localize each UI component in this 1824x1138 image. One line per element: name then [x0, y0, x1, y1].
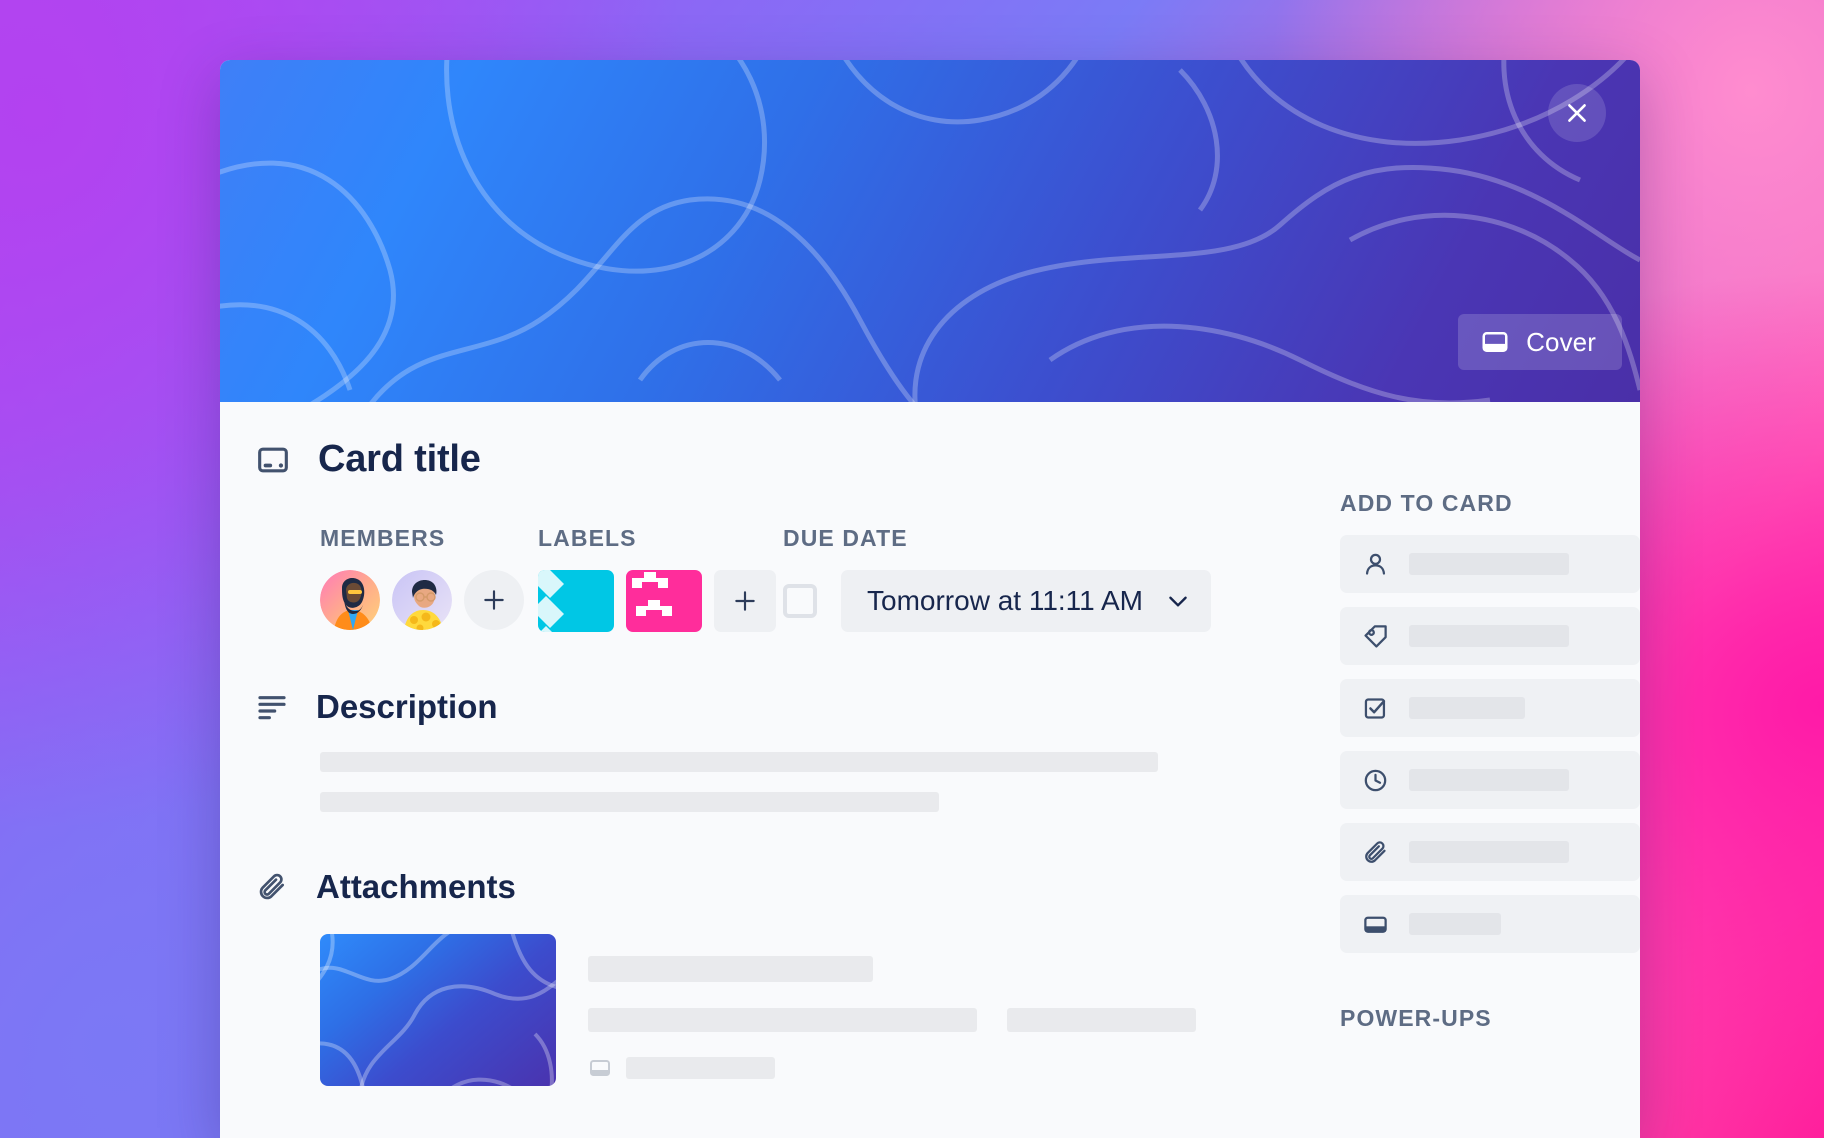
- attachment-badge-placeholder: [626, 1057, 775, 1079]
- description-lines-icon: [256, 691, 288, 723]
- due-date-value: Tomorrow at 11:11 AM: [867, 585, 1143, 616]
- page-root: { "cover": { "close_icon": "close-icon",…: [0, 0, 1824, 1138]
- add-due-date-item[interactable]: [1340, 751, 1640, 809]
- plus-icon: [735, 591, 755, 611]
- description-line: [320, 752, 1158, 772]
- due-date-heading: DUE DATE: [783, 525, 908, 551]
- members-section: MEMBERS: [320, 525, 538, 632]
- add-labels-item[interactable]: [1340, 607, 1640, 665]
- label-pink[interactable]: [626, 570, 702, 632]
- attachments-heading: Attachments: [316, 868, 516, 905]
- labels-section: LABELS: [538, 525, 783, 632]
- member-avatar-2[interactable]: [392, 570, 452, 630]
- add-item-placeholder: [1409, 553, 1569, 575]
- description-placeholder: [256, 752, 1340, 812]
- card-detail-modal: Cover Card title MEMBERS LABELS DUE DATE…: [220, 60, 1640, 1138]
- attachment-meta-placeholder: [1007, 1008, 1196, 1032]
- cover-icon: [1480, 327, 1510, 357]
- add-item-placeholder: [1409, 769, 1569, 791]
- card-meta-strip: MEMBERS LABELS DUE DATE Tomorrow at 11:1…: [256, 525, 1340, 632]
- label-cyan[interactable]: [538, 570, 614, 632]
- card-title-row: Card title: [256, 438, 1340, 481]
- due-date-checkbox[interactable]: [783, 584, 817, 618]
- add-member-button[interactable]: [464, 570, 524, 630]
- add-checklist-item[interactable]: [1340, 679, 1640, 737]
- label-tag-icon: [1362, 623, 1389, 650]
- checklist-icon: [1362, 695, 1389, 722]
- close-button[interactable]: [1548, 84, 1606, 142]
- paperclip-icon: [256, 871, 288, 903]
- labels-heading: LABELS: [538, 525, 637, 551]
- modal-body: Card title MEMBERS LABELS DUE DATE Tomor…: [220, 402, 1640, 1086]
- add-item-placeholder: [1409, 697, 1525, 719]
- attachment-meta-placeholder: [588, 1008, 977, 1032]
- members-heading: MEMBERS: [320, 525, 446, 551]
- plus-icon: [484, 590, 504, 610]
- attachment-thumbnail[interactable]: [320, 934, 556, 1086]
- add-item-placeholder: [1409, 625, 1569, 647]
- chevron-down-icon: [1169, 596, 1187, 607]
- add-to-card-heading: ADD TO CARD: [1340, 490, 1513, 516]
- due-date-button[interactable]: Tomorrow at 11:11 AM: [841, 570, 1211, 632]
- add-to-card-list: [1340, 535, 1640, 953]
- add-item-placeholder: [1409, 841, 1569, 863]
- cover-icon: [588, 1056, 612, 1080]
- attachment-title-placeholder: [588, 956, 873, 982]
- clock-icon: [1362, 767, 1389, 794]
- cover-button-label: Cover: [1526, 326, 1596, 357]
- add-members-item[interactable]: [1340, 535, 1640, 593]
- cover-pattern: [220, 60, 1640, 402]
- cover-button[interactable]: Cover: [1458, 314, 1622, 370]
- add-attachment-item[interactable]: [1340, 823, 1640, 881]
- power-ups-heading: POWER-UPS: [1340, 1005, 1492, 1031]
- card-cover: Cover: [220, 60, 1640, 402]
- add-label-button[interactable]: [714, 570, 776, 632]
- description-line: [320, 792, 939, 812]
- paperclip-icon: [1362, 839, 1389, 866]
- add-cover-item[interactable]: [1340, 895, 1640, 953]
- cover-icon: [1362, 911, 1389, 938]
- add-to-card-sidebar: ADD TO CARD POWER-UPS: [1340, 438, 1640, 1086]
- description-heading: Description: [316, 688, 498, 725]
- main-column: Card title MEMBERS LABELS DUE DATE Tomor…: [220, 438, 1340, 1086]
- page-title: Card title: [318, 438, 481, 480]
- attachment-item[interactable]: [256, 934, 1340, 1086]
- cover-icon: [256, 443, 290, 477]
- person-icon: [1362, 551, 1389, 578]
- attachments-section-header: Attachments: [256, 868, 1340, 906]
- due-date-section: DUE DATE Tomorrow at 11:11 AM: [783, 525, 1211, 632]
- close-icon: [1568, 104, 1586, 122]
- description-section-header: Description: [256, 688, 1340, 726]
- attachment-details: [588, 934, 1340, 1086]
- member-avatar-1[interactable]: [320, 570, 380, 630]
- add-item-placeholder: [1409, 913, 1501, 935]
